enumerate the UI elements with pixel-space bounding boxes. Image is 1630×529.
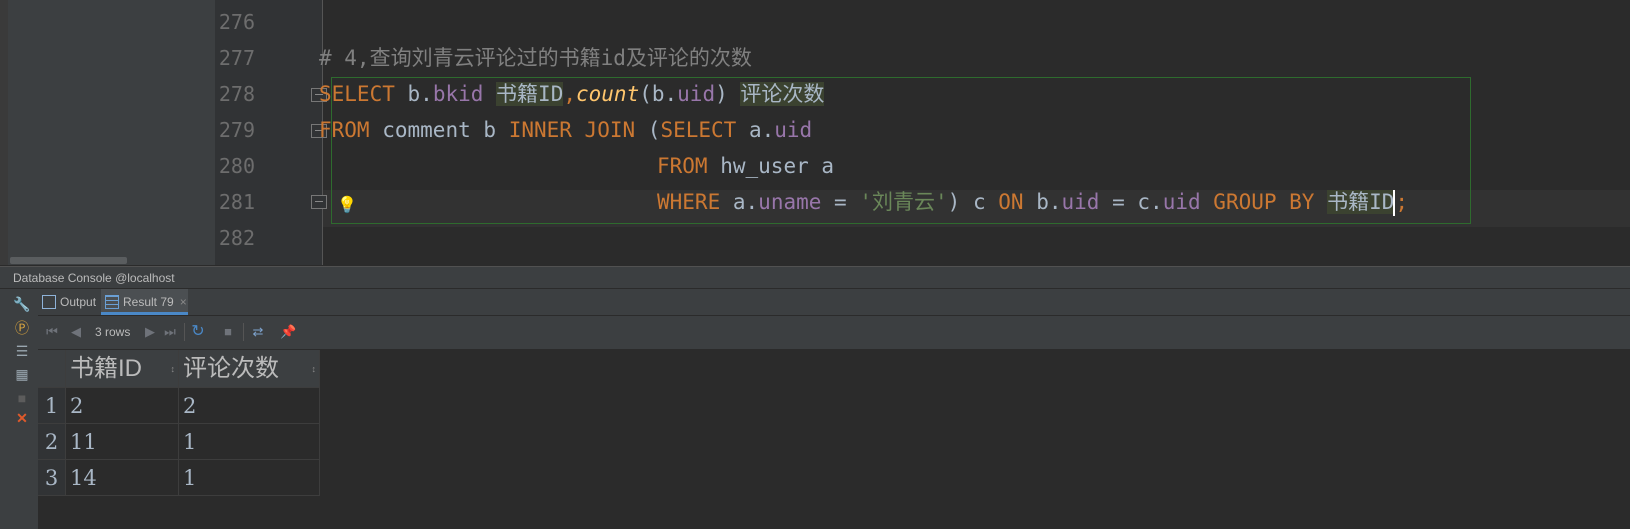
code-line-278: SELECT b.bkid 书籍ID,count(b.uid) 评论次数 — [319, 82, 825, 106]
settings-wrench-icon[interactable]: 🔧 — [13, 295, 31, 313]
project-panel — [8, 0, 215, 265]
row-count: 3 rows — [95, 325, 131, 339]
line-number: 282 — [218, 226, 255, 250]
table-cell[interactable]: 2 — [179, 388, 320, 424]
sort-icon[interactable]: ↕ — [312, 350, 317, 388]
table-cell[interactable]: 1 — [179, 424, 320, 460]
code-line-280: FROM hw_user a — [657, 154, 835, 178]
grid-icon — [105, 295, 119, 309]
column-header[interactable]: 评论次数 ↕ — [179, 350, 320, 388]
code-editor[interactable]: 276 277 # 4,查询刘青云评论过的书籍id及评论的次数 278 SELE… — [0, 0, 1630, 265]
console-icon[interactable]: ☰ — [13, 342, 31, 360]
console-title: Database Console @localhost — [0, 266, 1630, 288]
result-toolbar: ⏮ ◀ 3 rows ▶ ⏭ ↻ ■ ⇄ 📌 — [38, 316, 1630, 350]
code-line-281: WHERE a.uname = '刘青云') c ON b.uid = c.ui… — [657, 190, 1409, 216]
tab-output-label: Output — [60, 295, 97, 309]
table-cell[interactable]: 2 — [66, 388, 179, 424]
row-number[interactable]: 1 — [38, 388, 66, 424]
next-page-icon[interactable]: ▶ — [142, 324, 158, 340]
row-number[interactable]: 2 — [38, 424, 66, 460]
console-tabs: Output Result 79 × — [38, 289, 1630, 316]
line-number: 280 — [218, 154, 255, 178]
refresh-icon[interactable]: ↻ — [190, 324, 206, 340]
output-icon — [42, 295, 56, 309]
result-table: 书籍ID ↕ 评论次数 ↕ 1 2 2 2 11 1 3 14 1 — [38, 350, 1630, 529]
tab-output[interactable]: Output — [38, 289, 100, 315]
stop-icon[interactable]: ■ — [220, 324, 236, 340]
line-number: 276 — [218, 10, 255, 34]
left-tool-strip — [0, 0, 8, 265]
table-cell[interactable]: 14 — [66, 460, 179, 496]
line-number: 277 — [218, 46, 255, 70]
pin-icon[interactable]: 📌 — [280, 324, 296, 340]
table-cell[interactable]: 11 — [66, 424, 179, 460]
table-cell[interactable]: 1 — [179, 460, 320, 496]
close-icon[interactable]: ✕ — [13, 409, 31, 427]
intention-bulb-icon[interactable]: 💡 — [337, 196, 357, 216]
sort-icon[interactable]: ↕ — [171, 350, 176, 388]
toolbar-divider — [184, 323, 185, 341]
tab-close-icon[interactable]: × — [180, 295, 187, 309]
row-number[interactable]: 3 — [38, 460, 66, 496]
tab-result-label: Result 79 — [123, 295, 174, 309]
pin-p-icon[interactable]: Ⓟ — [13, 319, 31, 337]
column-header[interactable]: 书籍ID ↕ — [66, 350, 179, 388]
line-number: 281 — [218, 190, 255, 214]
corner-cell — [38, 350, 66, 388]
compare-icon[interactable]: ⇄ — [250, 324, 266, 340]
fold-end-marker-icon[interactable] — [311, 195, 327, 209]
tab-result[interactable]: Result 79 × — [101, 289, 188, 315]
first-page-icon[interactable]: ⏮ — [44, 324, 60, 340]
line-number: 278 — [218, 82, 255, 106]
code-line-279: FROM comment b INNER JOIN (SELECT a.uid — [319, 118, 813, 142]
console-side-toolbar: 🔧 Ⓟ ☰ ▦ ■ ✕ — [0, 289, 39, 529]
toolbar-divider — [243, 323, 244, 341]
horizontal-scrollbar[interactable] — [10, 257, 127, 264]
prev-page-icon[interactable]: ◀ — [68, 324, 84, 340]
last-page-icon[interactable]: ⏭ — [162, 324, 178, 340]
table-icon[interactable]: ▦ — [13, 365, 31, 383]
line-number: 279 — [218, 118, 255, 142]
code-comment: # 4,查询刘青云评论过的书籍id及评论的次数 — [319, 46, 752, 70]
stop-icon[interactable]: ■ — [13, 389, 31, 407]
